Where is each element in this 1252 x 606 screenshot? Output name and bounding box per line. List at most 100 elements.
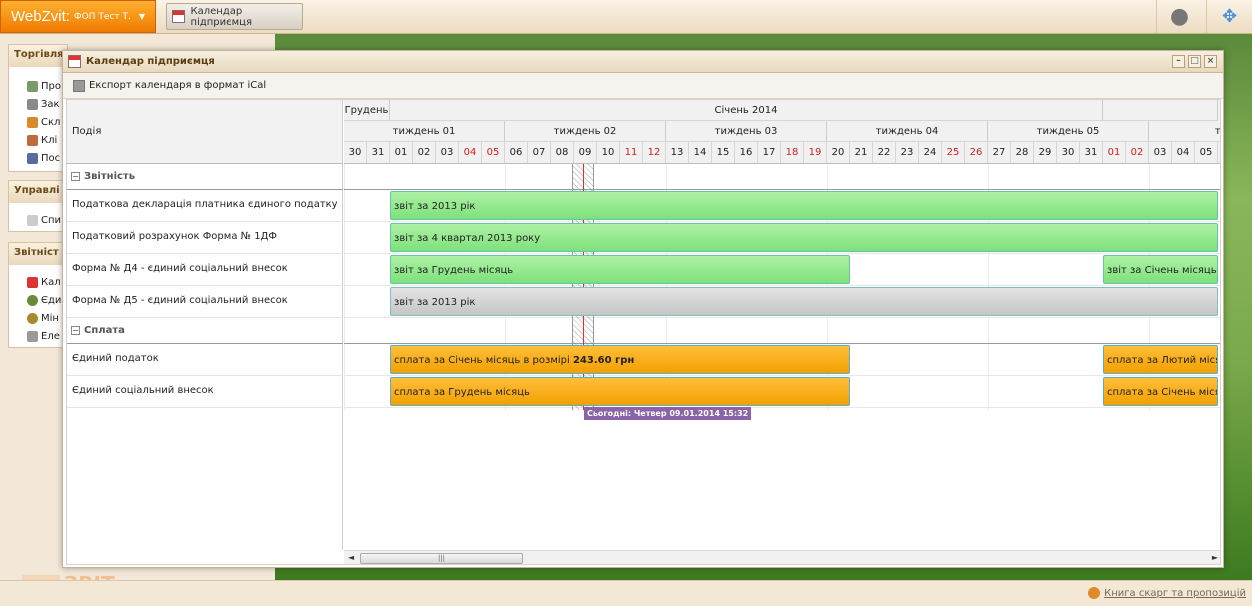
close-button[interactable]: × xyxy=(1204,55,1217,68)
event-bar-label: звіт за 2013 рік xyxy=(394,201,476,212)
day-header-cell: 27 xyxy=(988,142,1011,163)
scrollbar-thumb[interactable]: ||| xyxy=(360,553,523,564)
user-name: ФОП Тест Т. xyxy=(73,11,131,22)
section-header[interactable]: Торгівля xyxy=(9,45,67,67)
brand-logo: WebZvit: xyxy=(11,8,70,25)
collapse-icon[interactable]: − xyxy=(71,326,80,335)
sidebar-item[interactable]: Кал xyxy=(9,273,67,291)
day-header-cell: 02 xyxy=(413,142,436,163)
event-bar[interactable]: сплата за Лютий місяць в xyxy=(1103,345,1218,374)
event-bar[interactable]: звіт за 2013 рік xyxy=(390,287,1218,316)
move-button[interactable]: ✥ xyxy=(1206,0,1252,33)
day-header-cell: 20 xyxy=(827,142,850,163)
collapse-icon[interactable]: − xyxy=(71,172,80,181)
event-row-label: Форма № Д4 - єдиний соціальний внесок xyxy=(67,254,343,286)
sidebar-item[interactable]: Мін xyxy=(9,309,67,327)
event-bar[interactable]: звіт за Грудень місяць xyxy=(390,255,850,284)
day-header-cell: 31 xyxy=(367,142,390,163)
row-separator xyxy=(344,285,1220,286)
event-bar-label: сплата за Січень місяць в розмірі xyxy=(394,355,573,366)
export-ical-button[interactable]: Експорт календаря в формат iCal xyxy=(73,79,266,92)
day-header-cell: 15 xyxy=(712,142,735,163)
week-header: тиждень 03 xyxy=(666,121,827,142)
day-header-cell: 17 xyxy=(758,142,781,163)
calendar-icon xyxy=(68,55,81,68)
week-gridline xyxy=(344,164,345,410)
sidebar-item[interactable]: Клі xyxy=(9,131,67,149)
event-bar[interactable]: звіт за Січень місяць xyxy=(1103,255,1218,284)
event-bar[interactable]: сплата за Січень місяць xyxy=(1103,377,1218,406)
sidebar-item[interactable]: Єди xyxy=(9,291,67,309)
sidebar-item[interactable]: Пос xyxy=(9,149,67,167)
day-header-cell: 04 xyxy=(1172,142,1195,163)
window-toolbar: Експорт календаря в формат iCal xyxy=(63,73,1223,99)
day-header-cell: 14 xyxy=(689,142,712,163)
month-header: Грудень xyxy=(344,100,390,121)
maximize-button[interactable]: □ xyxy=(1188,55,1201,68)
speech-bubble-icon: ● xyxy=(1169,4,1190,29)
event-row-label: Податковий розрахунок Форма № 1ДФ xyxy=(67,222,343,254)
payment-amount: 243.60 грн xyxy=(572,355,635,366)
sidebar-item[interactable]: Про xyxy=(9,77,67,95)
day-header-cell: 02 xyxy=(1126,142,1149,163)
day-header-cell: 04 xyxy=(459,142,482,163)
list-icon xyxy=(27,214,38,226)
day-header-cell: 11 xyxy=(620,142,643,163)
event-bar-label: звіт за 4 квартал 2013 року xyxy=(394,233,541,244)
scroll-left-icon[interactable]: ◄ xyxy=(348,553,354,562)
sidebar-item[interactable]: Зак xyxy=(9,95,67,113)
event-bar-label: звіт за 2013 рік xyxy=(394,297,476,308)
gantt-grid: Подія − Звітність Податкова декларація п… xyxy=(66,99,1221,565)
minimize-button[interactable]: – xyxy=(1172,55,1185,68)
app-menu-button[interactable]: WebZvit: ФОП Тест Т. ▼ xyxy=(0,0,156,33)
event-bar-label: звіт за Січень місяць xyxy=(1107,265,1217,276)
event-bar-label: сплата за Січень місяць xyxy=(1107,387,1217,398)
week-header: тиждень 02 xyxy=(505,121,666,142)
section-header[interactable]: Управлі xyxy=(9,181,67,203)
top-bar: WebZvit: ФОП Тест Т. ▼ Календар підприєм… xyxy=(0,0,1252,34)
chevron-down-icon: ▼ xyxy=(138,12,145,21)
complaints-book-link[interactable]: Книга скарг та пропозицій xyxy=(1088,587,1246,599)
group-header-payment[interactable]: − Сплата xyxy=(67,318,343,344)
event-row-label: Єдиний соціальний внесок xyxy=(67,376,343,408)
event-row-label: Єдиний податок xyxy=(67,344,343,376)
day-header-cell: 01 xyxy=(390,142,413,163)
taskbar-button-label: Календар підприємця xyxy=(190,5,253,28)
group-header-reporting[interactable]: − Звітність xyxy=(67,164,343,190)
book-icon xyxy=(1088,587,1101,599)
week-header: тиждень 05 xyxy=(988,121,1149,142)
event-bar[interactable]: сплата за Грудень місяць xyxy=(390,377,850,406)
day-header-cell: 30 xyxy=(1057,142,1080,163)
product-icon xyxy=(27,80,38,92)
taskbar-calendar-button[interactable]: Календар підприємця xyxy=(166,3,303,30)
event-bar[interactable]: сплата за Січень місяць в розмірі 243.60… xyxy=(390,345,850,374)
sidebar-item[interactable]: Еле xyxy=(9,327,67,345)
day-header-cell: 25 xyxy=(942,142,965,163)
sidebar-section-reports: Звітніст Кал Єди Мін Еле xyxy=(8,242,68,348)
row-separator xyxy=(344,407,1220,408)
timeline-header: Грудень Січень 2014 тиждень 01 тиждень 02 ти… xyxy=(344,100,1220,164)
row-separator xyxy=(344,375,1220,376)
window-title-bar[interactable]: Календар підприємця – □ × xyxy=(63,51,1223,73)
day-header-cell: 01 xyxy=(1103,142,1126,163)
horizontal-scrollbar[interactable]: ◄ ||| ► xyxy=(344,550,1220,564)
day-header-cell: 09 xyxy=(574,142,597,163)
supplier-icon xyxy=(27,152,38,164)
calendar-window: Календар підприємця – □ × Експорт календ… xyxy=(62,50,1224,568)
calendar-icon xyxy=(172,10,185,23)
event-bar[interactable]: звіт за 2013 рік xyxy=(390,191,1218,220)
event-bar[interactable]: звіт за 4 квартал 2013 року xyxy=(390,223,1218,252)
sidebar-item[interactable]: Спи xyxy=(9,211,67,229)
window-title: Календар підприємця xyxy=(86,56,215,67)
move-arrows-icon: ✥ xyxy=(1221,6,1238,27)
row-separator xyxy=(344,221,1220,222)
section-header[interactable]: Звітніст xyxy=(9,243,67,265)
warehouse-icon xyxy=(27,116,38,128)
scroll-right-icon[interactable]: ► xyxy=(1212,553,1218,562)
row-separator xyxy=(344,253,1220,254)
day-header-cell: 06 xyxy=(505,142,528,163)
day-header-cell: 28 xyxy=(1011,142,1034,163)
chat-button[interactable]: ● xyxy=(1156,0,1202,33)
sidebar-item[interactable]: Скл xyxy=(9,113,67,131)
event-column: − Звітність Податкова декларація платник… xyxy=(67,164,343,550)
